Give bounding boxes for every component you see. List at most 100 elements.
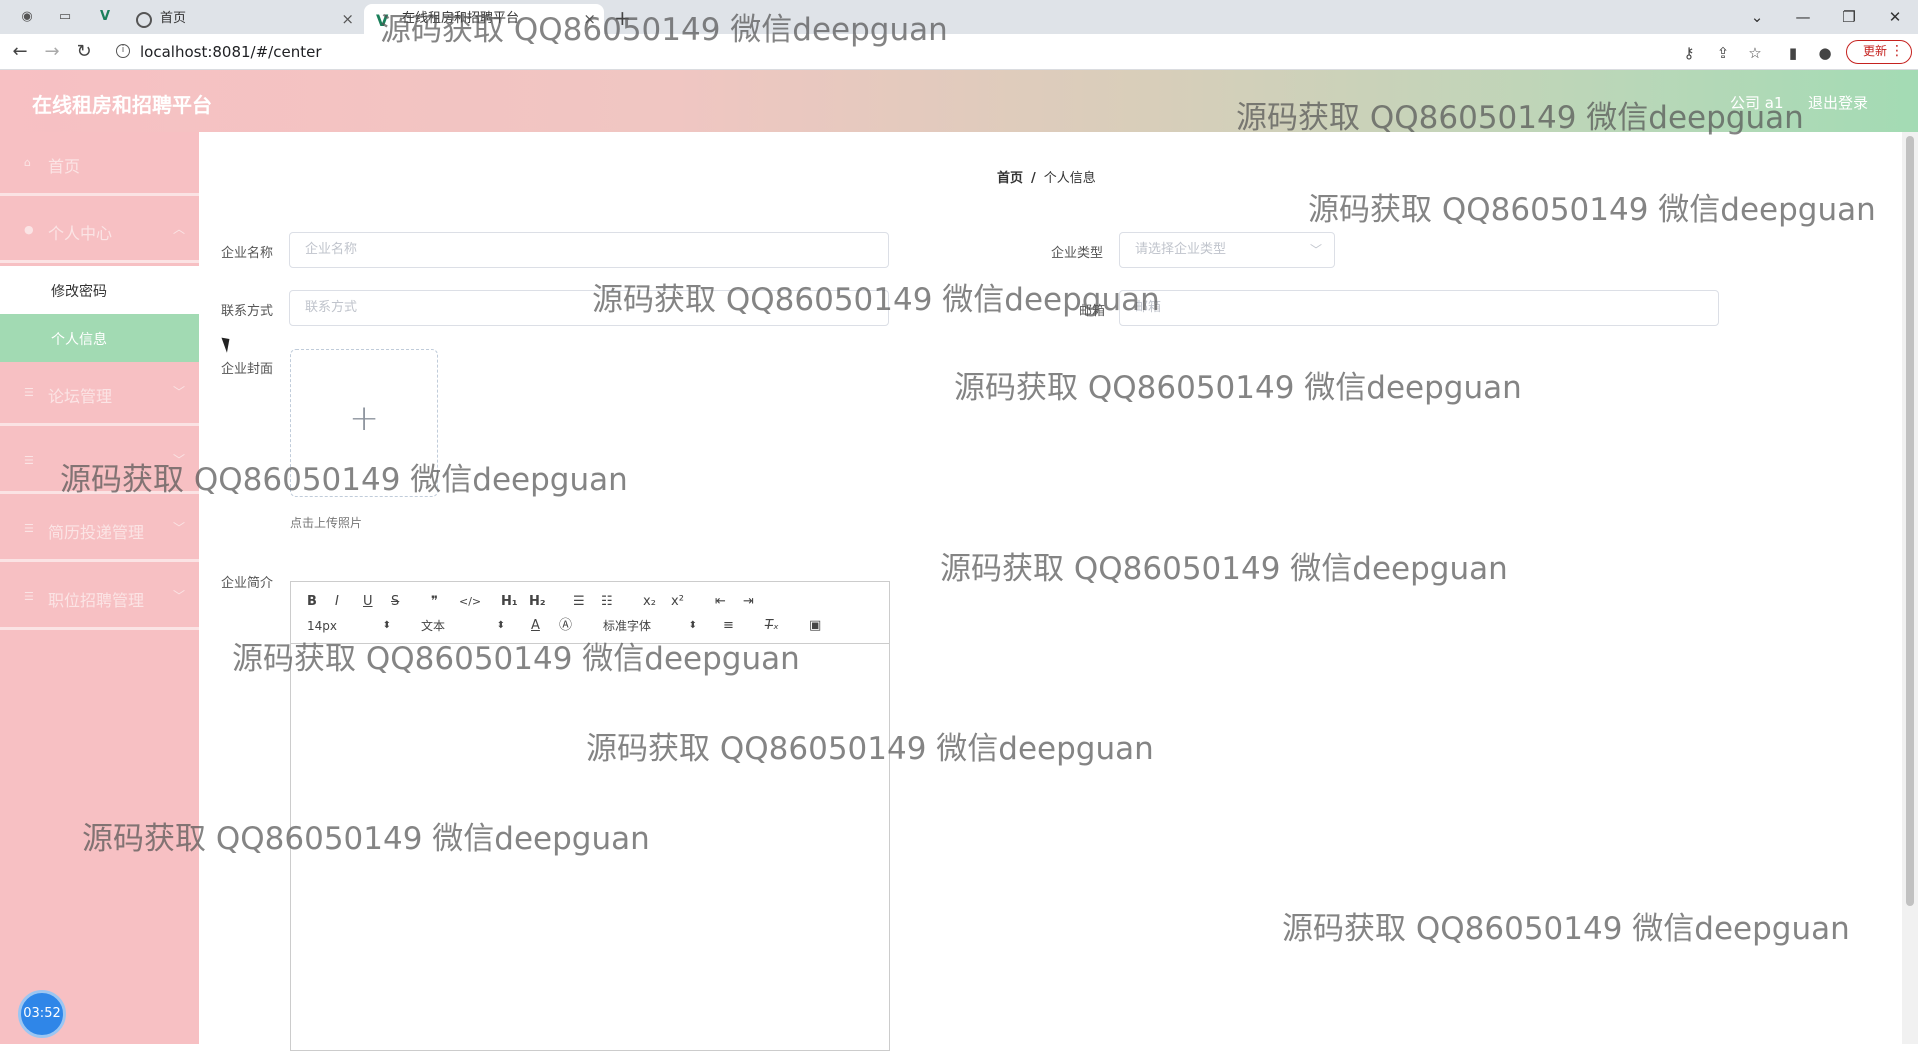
menu-icon: ☰ (24, 386, 34, 399)
menu-dots-icon: ⋮ (1890, 43, 1904, 59)
company-type-select[interactable]: 请选择企业类型 ﹀ (1119, 232, 1335, 268)
profile-avatar-icon[interactable]: ● (1814, 42, 1836, 64)
user-icon: ● (24, 223, 34, 236)
watermark: 源码获取 QQ86050149 微信deepguan (1308, 192, 1876, 228)
sidebar-item-resume[interactable]: ☰ 简历投递管理 ﹀ (0, 498, 199, 562)
star-icon[interactable]: ☆ (1744, 42, 1766, 64)
sidebar-item-label: 个人中心 (48, 224, 113, 243)
image-icon[interactable]: ▣ (809, 616, 821, 636)
watermark: 源码获取 QQ86050149 微信deepguan (232, 641, 800, 677)
company-name-label: 企业名称 (221, 246, 274, 261)
company-type-placeholder: 请选择企业类型 (1135, 242, 1227, 257)
reload-icon[interactable]: ↻ (72, 40, 96, 64)
chevron-down-icon: ﹀ (172, 589, 185, 603)
address-bar: ← → ↻ i localhost:8081/#/center ⚷ ⇪ ☆ ▮ … (0, 34, 1918, 70)
contact-label: 联系方式 (221, 304, 274, 319)
font-size-value: 14px (307, 619, 337, 633)
company-type-label: 企业类型 (1051, 246, 1104, 261)
breadcrumb: 首页 / 个人信息 (997, 167, 1096, 186)
tab-home-title: 首页 (160, 11, 187, 26)
bold-button[interactable]: B (307, 592, 317, 612)
chevron-down-icon: ﹀ (172, 521, 185, 535)
sidebar-item-personal-center[interactable]: ● 个人中心 ︿ (0, 199, 199, 263)
window-close-icon[interactable]: ✕ (1872, 4, 1918, 30)
blockquote-button[interactable]: ❞ (431, 592, 438, 612)
indent-icon[interactable]: ⇥ (743, 592, 754, 612)
logout-link[interactable]: 退出登录 (1808, 92, 1868, 113)
watermark: 源码获取 QQ86050149 微信deepguan (82, 821, 650, 857)
watermark: 源码获取 QQ86050149 微信deepguan (940, 551, 1508, 587)
breadcrumb-current: 个人信息 (1043, 171, 1096, 186)
key-icon[interactable]: ⚷ (1678, 42, 1700, 64)
tab-page-icon[interactable]: ▭ (56, 8, 74, 26)
sidebar: ⌂ 首页 ● 个人中心 ︿ 修改密码 个人信息 ☰ 论坛管理 ﹀ ☰ ﹀ ☰ 简… (0, 132, 199, 1044)
sidebar-item-label: 职位招聘管理 (48, 591, 145, 610)
sidebar-item-forum[interactable]: ☰ 论坛管理 ﹀ (0, 362, 199, 426)
superscript-button[interactable]: x² (671, 592, 684, 612)
url-text: localhost:8081/#/center (140, 43, 322, 61)
forward-icon[interactable]: → (40, 40, 64, 64)
sidebar-item-label: 论坛管理 (48, 387, 113, 406)
breadcrumb-home[interactable]: 首页 (997, 171, 1023, 186)
globe-icon (136, 12, 152, 28)
strike-button[interactable]: S (391, 592, 399, 612)
close-icon[interactable]: × (341, 4, 354, 34)
sidebar-item-home[interactable]: ⌂ 首页 (0, 132, 199, 196)
minimize-icon[interactable]: — (1780, 4, 1826, 30)
watermark: 源码获取 QQ86050149 微信deepguan (954, 370, 1522, 406)
company-name-input[interactable]: 企业名称 (289, 232, 889, 268)
watermark: 源码获取 QQ86050149 微信deepguan (60, 462, 628, 498)
browser-update-button[interactable]: 更新 ⋮ (1846, 40, 1912, 64)
vue-tab-icon[interactable]: V (96, 8, 114, 26)
recording-timer: 03:52 (18, 990, 66, 1038)
intro-label: 企业简介 (221, 576, 274, 591)
sidebar-subitem-profile[interactable]: 个人信息 (0, 314, 199, 362)
share-icon[interactable]: ⇪ (1712, 42, 1734, 64)
sidebar-subitem-label: 修改密码 (51, 284, 107, 300)
sidebar-subitem-change-password[interactable]: 修改密码 (0, 266, 199, 314)
italic-button[interactable]: I (335, 592, 339, 612)
app-title: 在线租房和招聘平台 (32, 93, 212, 117)
page-scrollbar[interactable] (1902, 132, 1918, 1044)
sidebar-subitem-label: 个人信息 (51, 332, 107, 348)
subscript-button[interactable]: x₂ (643, 592, 656, 612)
tab-search-icon[interactable]: ⌄ (1734, 4, 1780, 30)
back-icon[interactable]: ← (8, 40, 32, 64)
email-input[interactable]: 邮箱 (1119, 290, 1719, 326)
heading-value: 文本 (421, 619, 446, 633)
browser-tab-bar: ◉ ▭ V 首页 × V 在线租房和招聘平台 × + ⌄ — ❐ ✕ (0, 0, 1918, 34)
breadcrumb-separator: / (1031, 171, 1036, 186)
upload-tip: 点击上传照片 (290, 516, 363, 530)
chevron-down-icon: ﹀ (172, 385, 185, 399)
underline-button[interactable]: U (363, 592, 373, 612)
site-info-icon[interactable]: i (116, 44, 130, 58)
menu-icon: ☰ (24, 522, 34, 535)
watermark: 源码获取 QQ86050149 微信deepguan (592, 282, 1160, 318)
restore-icon[interactable]: ❐ (1826, 4, 1872, 30)
chevron-down-icon: ﹀ (1309, 243, 1322, 257)
cover-label: 企业封面 (221, 362, 274, 377)
watermark: 源码获取 QQ86050149 微信deepguan (1282, 911, 1850, 947)
menu-icon: ☰ (24, 590, 34, 603)
chevron-up-icon: ︿ (172, 222, 185, 236)
watermark: 源码获取 QQ86050149 微信deepguan (380, 12, 948, 48)
bullet-list-button[interactable]: ☷ (601, 592, 613, 612)
code-block-button[interactable]: </> (459, 592, 481, 612)
plus-icon: + (349, 398, 380, 439)
sidebar-item-label: 简历投递管理 (48, 523, 145, 542)
tab-home[interactable]: 首页 × (122, 4, 362, 34)
menu-icon: ☰ (24, 454, 34, 467)
outdent-icon[interactable]: ⇤ (715, 592, 726, 612)
ordered-list-button[interactable]: ☰ (573, 592, 585, 612)
sidebar-item-jobs[interactable]: ☰ 职位招聘管理 ﹀ (0, 566, 199, 630)
watermark: 源码获取 QQ86050149 微信deepguan (586, 731, 1154, 767)
font-family-value: 标准字体 (603, 619, 652, 633)
side-panel-icon[interactable]: ▮ (1782, 42, 1804, 64)
heading2-button[interactable]: H₂ (529, 592, 546, 612)
sidebar-item-label: 首页 (48, 157, 81, 176)
update-label: 更新 (1863, 44, 1888, 58)
scrollbar-thumb[interactable] (1906, 136, 1914, 906)
watermark: 源码获取 QQ86050149 微信deepguan (1236, 100, 1804, 136)
heading1-button[interactable]: H₁ (501, 592, 518, 612)
browser-profile-icon[interactable]: ◉ (18, 8, 36, 26)
